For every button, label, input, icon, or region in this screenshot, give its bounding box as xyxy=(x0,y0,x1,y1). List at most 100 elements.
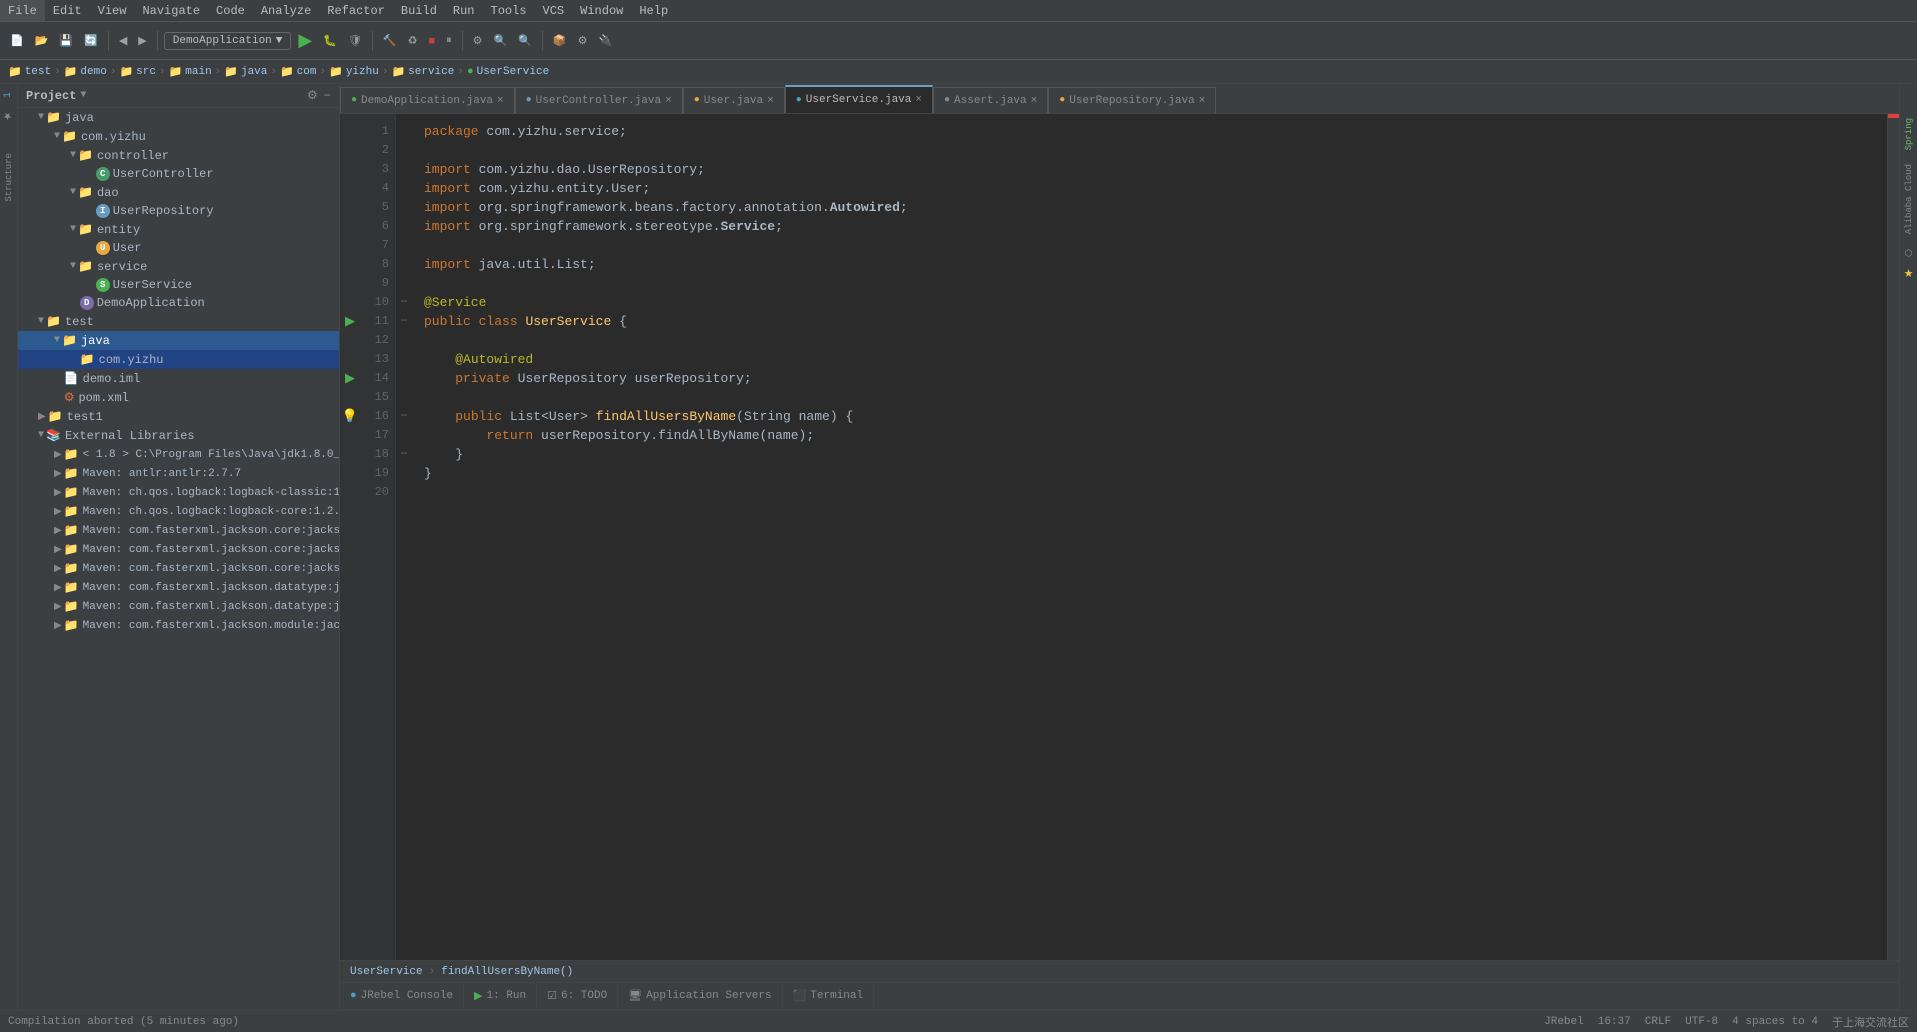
bc-main[interactable]: main xyxy=(185,66,211,78)
project-panel-icon[interactable]: 1 xyxy=(3,88,14,102)
jrebel-status[interactable]: JRebel xyxy=(1544,1016,1584,1028)
bc-com[interactable]: com xyxy=(297,66,317,78)
tree-item-java[interactable]: ▼ 📁 java xyxy=(18,108,339,127)
menu-view[interactable]: View xyxy=(90,0,135,21)
tree-item-usercontroller[interactable]: ▶ C UserController xyxy=(18,165,339,183)
tab-close-user[interactable]: × xyxy=(767,95,774,107)
refresh-btn[interactable]: 🔄 xyxy=(80,27,102,55)
tree-item-m3[interactable]: ▶ 📁 Maven: ch.qos.logback:logback-core:1… xyxy=(18,502,339,521)
tree-item-test1[interactable]: ▶ 📁 test1 xyxy=(18,407,339,426)
tree-item-service[interactable]: ▼ 📁 service xyxy=(18,257,339,276)
sidebar-minus-icon[interactable]: − xyxy=(324,89,331,103)
pause-btn[interactable]: ⏸ xyxy=(442,27,456,55)
build-btn[interactable]: 🔨 xyxy=(379,27,401,55)
right-cloud-icon[interactable]: Alibaba Cloud xyxy=(1904,164,1914,234)
bc-yizhu[interactable]: yizhu xyxy=(346,66,379,78)
rebuild-btn[interactable]: ♻ xyxy=(404,27,422,55)
run-button[interactable]: ▶ xyxy=(294,27,316,55)
tree-item-extlib[interactable]: ▼ 📚 External Libraries xyxy=(18,426,339,445)
back-btn[interactable]: ◀ xyxy=(115,27,131,55)
tree-item-dao[interactable]: ▼ 📁 dao xyxy=(18,183,339,202)
tree-item-m2[interactable]: ▶ 📁 Maven: ch.qos.logback:logback-classi… xyxy=(18,483,339,502)
menu-build[interactable]: Build xyxy=(393,0,445,21)
save-btn[interactable]: 💾 xyxy=(55,27,77,55)
tree-item-m4[interactable]: ▶ 📁 Maven: com.fasterxml.jackson.core:ja… xyxy=(18,521,339,540)
tree-item-m8[interactable]: ▶ 📁 Maven: com.fasterxml.jackson.datatyp… xyxy=(18,597,339,616)
status-crlf[interactable]: CRLF xyxy=(1645,1016,1671,1028)
tab-userrepository[interactable]: ● UserRepository.java × xyxy=(1048,87,1216,113)
menu-help[interactable]: Help xyxy=(631,0,676,21)
status-indent[interactable]: 4 spaces to 4 xyxy=(1732,1016,1818,1028)
tree-item-entity[interactable]: ▼ 📁 entity xyxy=(18,220,339,239)
tab-userservice[interactable]: ● UserService.java × xyxy=(785,85,933,113)
tree-item-m9[interactable]: ▶ 📁 Maven: com.fasterxml.jackson.module:… xyxy=(18,616,339,635)
menu-navigate[interactable]: Navigate xyxy=(134,0,208,21)
tab-assert[interactable]: ● Assert.java × xyxy=(933,87,1048,113)
bc-java[interactable]: java xyxy=(241,66,267,78)
bc-service[interactable]: service xyxy=(408,66,454,78)
tree-item-m1[interactable]: ▶ 📁 Maven: antlr:antlr:2.7.7 xyxy=(18,464,339,483)
plugin-btn[interactable]: 🔌 xyxy=(595,27,617,55)
bottom-tab-todo[interactable]: ☑ 6: TODO xyxy=(537,982,618,1010)
structure-icon[interactable]: Structure xyxy=(4,149,14,206)
open-btn[interactable]: 📂 xyxy=(31,27,53,55)
stop-btn[interactable]: ■ xyxy=(424,27,439,55)
run-config-selector[interactable]: DemoApplication ▼ xyxy=(164,32,292,50)
sidebar-dropdown-icon[interactable]: ▼ xyxy=(80,90,86,101)
project-structure-btn[interactable]: 📦 xyxy=(549,27,571,55)
sidebar-gear-icon[interactable]: ⚙ xyxy=(307,88,318,103)
tab-close-assert[interactable]: × xyxy=(1031,95,1038,107)
bottom-bc-method[interactable]: findAllUsersByName() xyxy=(441,966,573,978)
tab-close-uc[interactable]: × xyxy=(665,95,672,107)
tree-item-demoapplication[interactable]: ▶ D DemoApplication xyxy=(18,294,339,312)
menu-tools[interactable]: Tools xyxy=(483,0,535,21)
code-editor[interactable]: package com.yizhu.service; import com.yi… xyxy=(412,114,1887,960)
fg-11[interactable]: − xyxy=(396,312,412,331)
tree-item-m6[interactable]: ▶ 📁 Maven: com.fasterxml.jackson.core:ja… xyxy=(18,559,339,578)
fg-10[interactable]: − xyxy=(396,293,412,312)
search-everywhere-btn[interactable]: 🔍 xyxy=(514,27,536,55)
tree-item-demoliml[interactable]: ▶ 📄 demo.iml xyxy=(18,369,339,388)
fg-16[interactable]: − xyxy=(396,407,412,426)
tree-item-java2[interactable]: ▼ 📁 java xyxy=(18,331,339,350)
tab-close-us[interactable]: × xyxy=(915,94,922,106)
tab-usercontroller[interactable]: ● UserController.java × xyxy=(515,87,683,113)
run-coverage-btn[interactable]: 🛡 xyxy=(344,27,366,55)
tree-item-jdk[interactable]: ▶ 📁 < 1.8 > C:\Program Files\Java\jdk1.8… xyxy=(18,445,339,464)
bc-userservice[interactable]: UserService xyxy=(477,66,550,78)
bc-src[interactable]: src xyxy=(136,66,156,78)
menu-file[interactable]: File xyxy=(0,0,45,21)
tab-close-urep[interactable]: × xyxy=(1199,95,1206,107)
find-btn[interactable]: 🔍 xyxy=(490,27,512,55)
bottom-tab-run[interactable]: ▶ 1: Run xyxy=(464,982,537,1010)
tree-item-m5[interactable]: ▶ 📁 Maven: com.fasterxml.jackson.core:ja… xyxy=(18,540,339,559)
forward-btn[interactable]: ▶ xyxy=(134,27,150,55)
tree-item-controller[interactable]: ▼ 📁 controller xyxy=(18,146,339,165)
tree-item-comyizhu[interactable]: ▼ 📁 com.yizhu xyxy=(18,127,339,146)
tree-item-pomxml[interactable]: ▶ ⚙ pom.xml xyxy=(18,388,339,407)
right-fav-icon[interactable]: ★ xyxy=(1904,267,1914,281)
menu-window[interactable]: Window xyxy=(572,0,631,21)
menu-analyze[interactable]: Analyze xyxy=(253,0,319,21)
settings2-btn[interactable]: ⚙ xyxy=(574,27,592,55)
right-plugin-icon[interactable]: ⬡ xyxy=(1905,249,1913,259)
bottom-tab-terminal[interactable]: ⬛ Terminal xyxy=(783,982,875,1010)
tree-item-test[interactable]: ▼ 📁 test xyxy=(18,312,339,331)
bottom-tab-appservers[interactable]: 🖥 Application Servers xyxy=(618,982,782,1010)
right-spring-icon[interactable]: Spring xyxy=(1904,118,1914,150)
new-file-btn[interactable]: 📄 xyxy=(6,27,28,55)
fg-18[interactable]: − xyxy=(396,445,412,464)
tree-item-userservice[interactable]: ▶ S UserService xyxy=(18,276,339,294)
menu-code[interactable]: Code xyxy=(208,0,253,21)
tree-item-m7[interactable]: ▶ 📁 Maven: com.fasterxml.jackson.datatyp… xyxy=(18,578,339,597)
debug-button[interactable]: 🐛 xyxy=(319,27,341,55)
bc-demo[interactable]: demo xyxy=(80,66,106,78)
favorites-icon[interactable]: ★ xyxy=(3,106,14,125)
menu-vcs[interactable]: VCS xyxy=(535,0,573,21)
bottom-tab-jrebel[interactable]: ● JRebel Console xyxy=(340,982,464,1010)
menu-refactor[interactable]: Refactor xyxy=(319,0,393,21)
tab-close-da[interactable]: × xyxy=(497,95,504,107)
status-charset[interactable]: UTF-8 xyxy=(1685,1016,1718,1028)
tree-item-comyizhu2[interactable]: ▶ 📁 com.yizhu xyxy=(18,350,339,369)
menu-edit[interactable]: Edit xyxy=(45,0,90,21)
